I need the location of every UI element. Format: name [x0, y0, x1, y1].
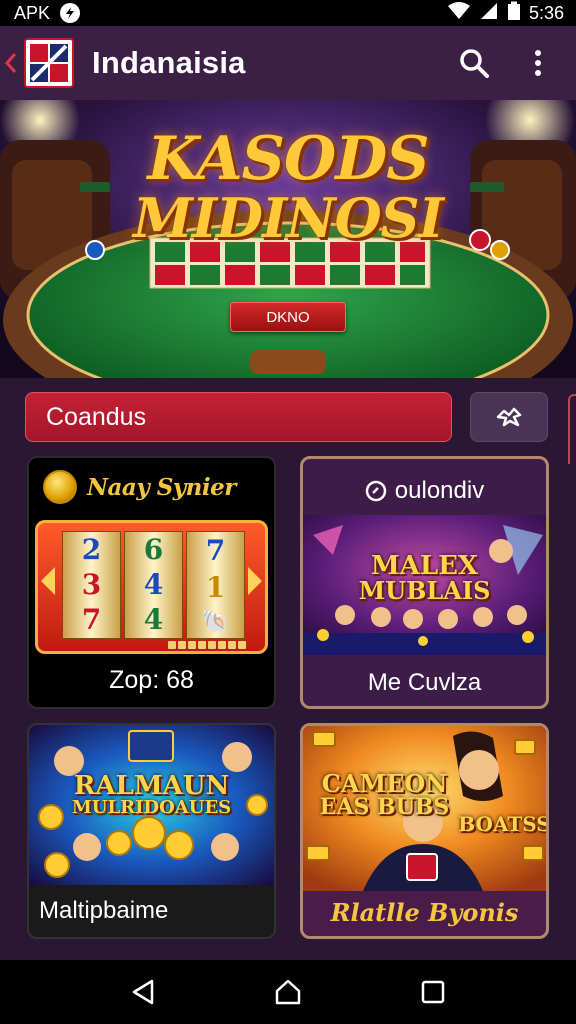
status-bar: APK 5:36	[0, 0, 576, 26]
game-card-1[interactable]: Naay Synier 2 3 7 6 4 4 7 1 🐚 Zop: 68	[27, 456, 276, 709]
search-input[interactable]: Coandus	[25, 392, 452, 442]
app-title: Indanaisia	[92, 45, 246, 80]
card-2-label: Me Cuvlza	[367, 669, 482, 696]
slot-indicator-dots	[168, 641, 246, 649]
slot-reel-1: 2 3 7	[62, 531, 121, 639]
more-vert-icon[interactable]	[520, 45, 556, 81]
slot-reel-3: 7 1 🐚	[186, 531, 245, 639]
card-3-art-title-line2: MULRIDOAUES	[71, 797, 232, 818]
game-card-4[interactable]: CAMEON EAS BUBS BOATSS Rlatlle Byonis	[300, 723, 549, 939]
filter-icon	[496, 407, 522, 427]
nav-recents-icon[interactable]	[408, 967, 458, 1017]
card-3-label: Maltipbaime	[39, 897, 169, 924]
signal-icon	[479, 2, 499, 25]
filter-button[interactable]	[470, 392, 548, 442]
back-chevron-icon[interactable]	[2, 46, 20, 80]
hero-title-line1: KASODS	[147, 124, 429, 194]
nav-back-icon[interactable]	[118, 967, 168, 1017]
card-2-artwork: MALEX MUBLAIS	[303, 515, 546, 655]
card-3-art-title-line1: RALMAUN	[73, 771, 230, 801]
slot-right-arrow-icon	[248, 567, 262, 595]
wifi-icon	[447, 1, 471, 25]
app-bar: Indanaisia	[0, 26, 576, 100]
status-label: APK	[14, 2, 51, 23]
clock-icon	[365, 480, 387, 502]
card-4-artwork: CAMEON EAS BUBS BOATSS	[303, 726, 546, 891]
game-card-3[interactable]: RALMAUN MULRIDOAUES Maltipbaime	[27, 723, 276, 939]
slot-left-arrow-icon	[41, 567, 55, 595]
status-time: 5:36	[528, 2, 564, 23]
slot-machine-image: 2 3 7 6 4 4 7 1 🐚	[35, 520, 268, 654]
coin-icon	[43, 470, 77, 504]
card-4-art-title-line1: CAMEON	[321, 769, 448, 798]
card-3-artwork: RALMAUN MULRIDOAUES	[29, 725, 274, 885]
system-nav-bar	[0, 960, 576, 1024]
card-2-header: oulondiv	[394, 477, 485, 504]
battery-icon	[507, 1, 521, 26]
hero-title-line2: MIDINOSI	[133, 186, 444, 250]
hero-cta-button[interactable]: DKNO	[230, 302, 346, 332]
game-card-2[interactable]: oulondiv MALEX MUBLAIS Me Cuvlza	[300, 456, 549, 709]
side-drawer-handle[interactable]	[568, 394, 576, 464]
app-logo	[24, 38, 74, 88]
card-2-art-title-line2: MUBLAIS	[358, 576, 491, 605]
card-4-art-badge: BOATSS	[458, 812, 549, 836]
search-icon[interactable]	[456, 45, 492, 81]
notification-icon	[60, 3, 81, 23]
hero-banner[interactable]: KASODS MIDINOSI DKNO	[0, 100, 576, 378]
card-1-header: Naay Synier	[87, 473, 236, 501]
nav-home-icon[interactable]	[263, 967, 313, 1017]
slot-reel-2: 6 4 4	[124, 531, 183, 639]
card-4-label: Rlatlle Byonis	[330, 898, 519, 927]
card-1-label: Zop: 68	[109, 666, 194, 694]
